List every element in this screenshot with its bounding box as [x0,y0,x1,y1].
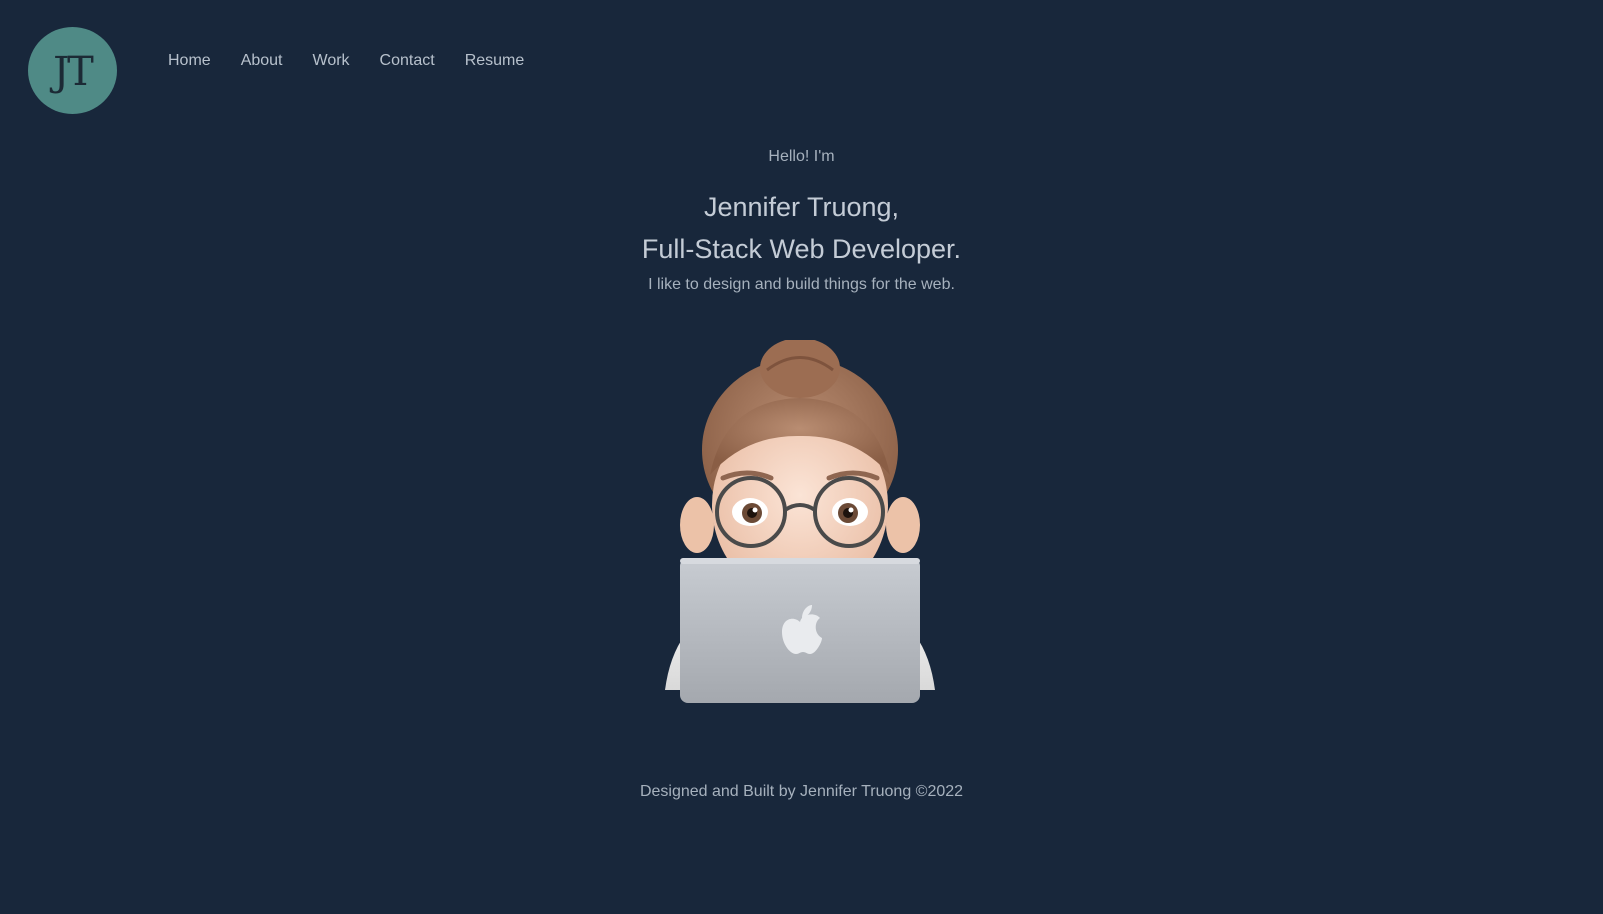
page: JT Home About Work Contact Resume Hello!… [0,0,1603,914]
footer: Designed and Built by Jennifer Truong ©2… [0,783,1603,801]
nav-home-link[interactable]: Home [168,52,211,70]
hero-role-text: Full-Stack Web Developer. [641,234,962,264]
footer-credit: Designed and Built by Jennifer Truong ©2… [639,783,964,800]
memoji-with-laptop-icon [655,338,945,705]
nav-resume-link[interactable]: Resume [465,52,525,70]
hero-name: Jennifer Truong, Full-Stack Web Develope… [0,186,1603,270]
main-nav: Home About Work Contact Resume [168,52,554,70]
logo-badge[interactable]: JT [28,27,117,114]
nav-work-link[interactable]: Work [313,52,350,70]
hero-section: Hello! I'm Jennifer Truong, Full-Stack W… [0,148,1603,294]
logo-text: JT [53,48,94,95]
hero-name-text: Jennifer Truong, [703,192,900,222]
hero-greeting: Hello! I'm [768,148,835,165]
hero-tagline: I like to design and build things for th… [648,276,955,293]
nav-contact-link[interactable]: Contact [380,52,435,70]
nav-about-link[interactable]: About [241,52,283,70]
